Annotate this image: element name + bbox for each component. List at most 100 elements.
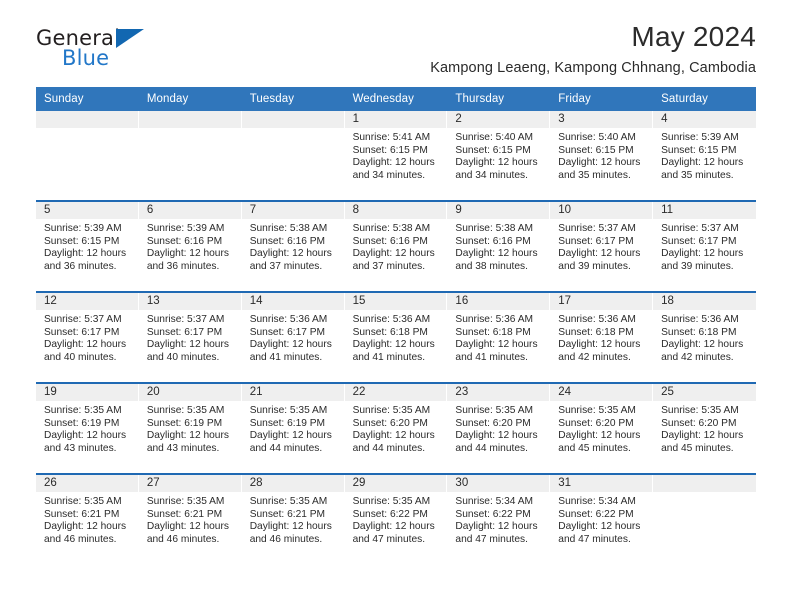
logo-text-blue: Blue (62, 46, 110, 70)
daylight-duration-line1: Daylight: 12 hours (455, 339, 538, 351)
calendar-day-cell[interactable]: 7 Sunrise: 5:38 AM Sunset: 6:16 PM Daylight… (241, 202, 345, 291)
general-blue-logo[interactable]: General Blue (36, 26, 156, 72)
daylight-duration-line1: Daylight: 12 hours (352, 248, 435, 260)
daylight-duration-line2: and 35 minutes. (558, 169, 631, 181)
daylight-duration-line1: Daylight: 12 hours (352, 521, 435, 533)
day-number (653, 475, 756, 492)
calendar-day-cell[interactable]: 31 Sunrise: 5:34 AM Sunset: 6:22 PM Dayligh… (550, 475, 654, 564)
calendar-day-cell[interactable]: 20 Sunrise: 5:35 AM Sunset: 6:19 PM Dayligh… (138, 384, 242, 473)
sunrise-time: Sunrise: 5:35 AM (44, 405, 122, 416)
sunset-time: Sunset: 6:22 PM (558, 508, 634, 520)
daylight-duration-line2: and 45 minutes. (558, 442, 631, 454)
day-details: Sunrise: 5:35 AM Sunset: 6:19 PM Daylight:… (139, 401, 241, 455)
calendar-day-cell[interactable]: 17 Sunrise: 5:36 AM Sunset: 6:18 PM Dayligh… (550, 293, 654, 382)
calendar-day-cell[interactable]: 15 Sunrise: 5:36 AM Sunset: 6:18 PM Dayligh… (344, 293, 448, 382)
day-number: 21 (241, 384, 344, 401)
day-details: Sunrise: 5:36 AM Sunset: 6:18 PM Daylight:… (653, 310, 756, 364)
day-number: 10 (550, 202, 653, 219)
calendar-day-cell[interactable]: 16 Sunrise: 5:36 AM Sunset: 6:18 PM Dayligh… (447, 293, 551, 382)
daylight-duration-line1: Daylight: 12 hours (352, 157, 435, 169)
sunset-time: Sunset: 6:16 PM (146, 235, 223, 247)
daylight-duration-line1: Daylight: 12 hours (661, 339, 744, 351)
daylight-duration-line2: and 41 minutes. (352, 351, 426, 363)
calendar-day-cell[interactable]: 3 Sunrise: 5:40 AM Sunset: 6:15 PM Daylight… (550, 111, 654, 200)
daylight-duration-line2: and 46 minutes. (44, 533, 117, 545)
daylight-duration-line1: Daylight: 12 hours (558, 339, 641, 351)
day-details: Sunrise: 5:34 AM Sunset: 6:22 PM Daylight:… (550, 492, 652, 546)
daylight-duration-line1: Daylight: 12 hours (558, 430, 641, 442)
day-number: 5 (36, 202, 138, 219)
day-number: 6 (138, 202, 241, 219)
daylight-duration-line1: Daylight: 12 hours (146, 248, 229, 260)
calendar-day-cell[interactable]: 13 Sunrise: 5:37 AM Sunset: 6:17 PM Dayligh… (138, 293, 242, 382)
calendar-day-cell[interactable]: 12 Sunrise: 5:37 AM Sunset: 6:17 PM Dayligh… (36, 293, 139, 382)
sunrise-time: Sunrise: 5:37 AM (146, 314, 225, 325)
daylight-duration-line2: and 42 minutes. (558, 351, 631, 363)
daylight-duration-line2: and 39 minutes. (661, 260, 734, 272)
sunrise-time: Sunrise: 5:35 AM (249, 496, 328, 507)
calendar-day-cell-empty (36, 111, 139, 200)
sunrise-time: Sunrise: 5:35 AM (44, 496, 122, 507)
sunset-time: Sunset: 6:15 PM (352, 144, 428, 156)
daylight-duration-line1: Daylight: 12 hours (352, 430, 435, 442)
daylight-duration-line1: Daylight: 12 hours (558, 521, 641, 533)
calendar-day-cell[interactable]: 24 Sunrise: 5:35 AM Sunset: 6:20 PM Dayligh… (550, 384, 654, 473)
calendar-day-cell[interactable]: 26 Sunrise: 5:35 AM Sunset: 6:21 PM Dayligh… (36, 475, 139, 564)
sunset-time: Sunset: 6:19 PM (44, 417, 120, 429)
calendar-day-cell[interactable]: 30 Sunrise: 5:34 AM Sunset: 6:22 PM Dayligh… (447, 475, 551, 564)
day-number: 7 (241, 202, 344, 219)
daylight-duration-line2: and 46 minutes. (146, 533, 220, 545)
calendar-day-cell[interactable]: 18 Sunrise: 5:36 AM Sunset: 6:18 PM Dayligh… (653, 293, 756, 382)
sunset-time: Sunset: 6:16 PM (455, 235, 531, 247)
calendar-day-cell[interactable]: 4 Sunrise: 5:39 AM Sunset: 6:15 PM Daylight… (653, 111, 756, 200)
day-details: Sunrise: 5:39 AM Sunset: 6:16 PM Daylight:… (139, 219, 241, 273)
day-details: Sunrise: 5:37 AM Sunset: 6:17 PM Daylight:… (139, 310, 241, 364)
daylight-duration-line1: Daylight: 12 hours (249, 430, 332, 442)
sunset-time: Sunset: 6:16 PM (352, 235, 428, 247)
day-details: Sunrise: 5:36 AM Sunset: 6:18 PM Daylight:… (447, 310, 549, 364)
day-details: Sunrise: 5:37 AM Sunset: 6:17 PM Daylight:… (653, 219, 756, 273)
calendar-day-cell[interactable]: 19 Sunrise: 5:35 AM Sunset: 6:19 PM Dayligh… (36, 384, 139, 473)
calendar-day-cell[interactable]: 23 Sunrise: 5:35 AM Sunset: 6:20 PM Dayligh… (447, 384, 551, 473)
sunrise-time: Sunrise: 5:35 AM (249, 405, 328, 416)
calendar-day-cell[interactable]: 27 Sunrise: 5:35 AM Sunset: 6:21 PM Dayligh… (138, 475, 242, 564)
sunrise-time: Sunrise: 5:38 AM (455, 223, 534, 234)
calendar-day-cell[interactable]: 25 Sunrise: 5:35 AM Sunset: 6:20 PM Dayligh… (653, 384, 756, 473)
calendar-day-cell[interactable]: 11 Sunrise: 5:37 AM Sunset: 6:17 PM Dayligh… (653, 202, 756, 291)
daylight-duration-line2: and 44 minutes. (352, 442, 426, 454)
sunset-time: Sunset: 6:15 PM (661, 144, 737, 156)
sunrise-time: Sunrise: 5:36 AM (352, 314, 431, 325)
daylight-duration-line2: and 43 minutes. (44, 442, 117, 454)
sunrise-time: Sunrise: 5:37 AM (44, 314, 122, 325)
daylight-duration-line2: and 41 minutes. (249, 351, 323, 363)
sunset-time: Sunset: 6:18 PM (352, 326, 428, 338)
calendar-day-cell[interactable]: 5 Sunrise: 5:39 AM Sunset: 6:15 PM Daylight… (36, 202, 139, 291)
calendar-day-cell[interactable]: 8 Sunrise: 5:38 AM Sunset: 6:16 PM Daylight… (344, 202, 448, 291)
daylight-duration-line2: and 36 minutes. (44, 260, 117, 272)
day-details: Sunrise: 5:40 AM Sunset: 6:15 PM Daylight:… (550, 128, 652, 182)
daylight-duration-line1: Daylight: 12 hours (249, 339, 332, 351)
calendar-day-cell[interactable]: 6 Sunrise: 5:39 AM Sunset: 6:16 PM Daylight… (138, 202, 242, 291)
day-number: 20 (138, 384, 241, 401)
calendar-week-row: 26 Sunrise: 5:35 AM Sunset: 6:21 PM Dayligh… (36, 473, 756, 564)
day-number: 9 (447, 202, 550, 219)
calendar-day-cell[interactable]: 29 Sunrise: 5:35 AM Sunset: 6:22 PM Dayligh… (344, 475, 448, 564)
calendar-day-cell[interactable]: 1 Sunrise: 5:41 AM Sunset: 6:15 PM Daylight… (344, 111, 448, 200)
calendar-day-cell[interactable]: 14 Sunrise: 5:36 AM Sunset: 6:17 PM Dayligh… (241, 293, 345, 382)
calendar-day-cell[interactable]: 10 Sunrise: 5:37 AM Sunset: 6:17 PM Dayligh… (550, 202, 654, 291)
daylight-duration-line1: Daylight: 12 hours (558, 248, 641, 260)
sunset-time: Sunset: 6:22 PM (352, 508, 428, 520)
day-details: Sunrise: 5:34 AM Sunset: 6:22 PM Daylight:… (447, 492, 549, 546)
day-number: 11 (653, 202, 756, 219)
sunset-time: Sunset: 6:21 PM (44, 508, 120, 520)
calendar-day-cell[interactable]: 21 Sunrise: 5:35 AM Sunset: 6:19 PM Dayligh… (241, 384, 345, 473)
day-details: Sunrise: 5:35 AM Sunset: 6:21 PM Daylight:… (139, 492, 241, 546)
daylight-duration-line1: Daylight: 12 hours (661, 430, 744, 442)
sunrise-time: Sunrise: 5:35 AM (352, 496, 431, 507)
calendar-day-cell[interactable]: 22 Sunrise: 5:35 AM Sunset: 6:20 PM Dayligh… (344, 384, 448, 473)
calendar-day-cell[interactable]: 9 Sunrise: 5:38 AM Sunset: 6:16 PM Daylight… (447, 202, 551, 291)
day-number: 26 (36, 475, 138, 492)
calendar-day-cell[interactable]: 28 Sunrise: 5:35 AM Sunset: 6:21 PM Dayligh… (241, 475, 345, 564)
logo-flag-icon (116, 29, 144, 48)
calendar-day-cell[interactable]: 2 Sunrise: 5:40 AM Sunset: 6:15 PM Daylight… (447, 111, 551, 200)
